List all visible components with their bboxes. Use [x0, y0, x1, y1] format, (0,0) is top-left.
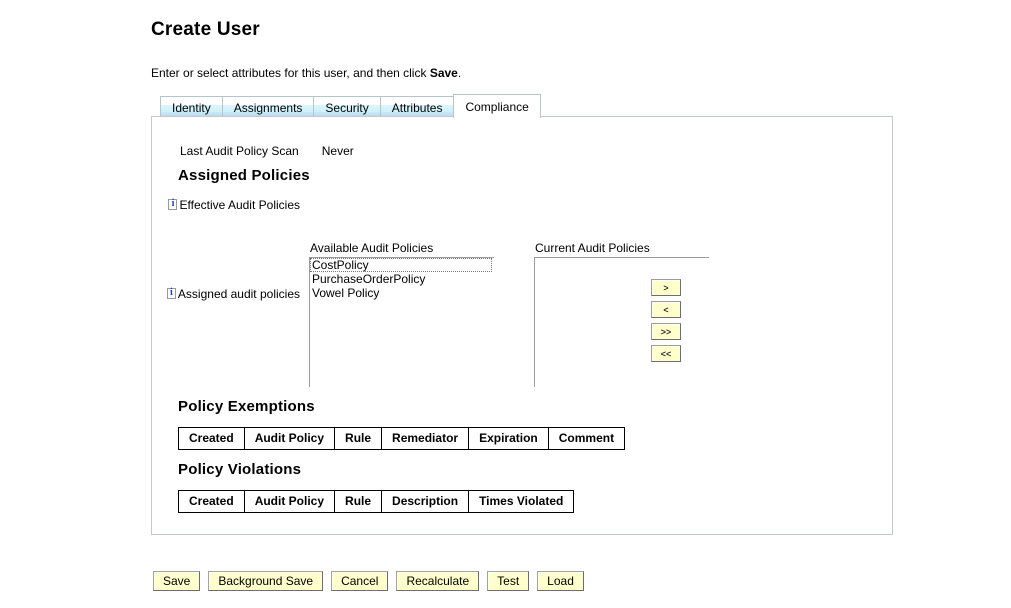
tab-attributes-label: Attributes [391, 100, 443, 115]
available-audit-policies-listbox[interactable]: CostPolicy PurchaseOrderPolicy Vowel Pol… [309, 257, 494, 387]
last-audit-policy-scan-value: Never [321, 144, 354, 158]
column-header-rule: Rule [334, 427, 383, 450]
cancel-button[interactable]: Cancel [331, 571, 389, 591]
table-header-row: Created Audit Policy Rule Remediator Exp… [178, 427, 626, 450]
move-all-right-button[interactable]: >> [651, 323, 681, 340]
tab-identity[interactable]: Identity [160, 96, 223, 118]
column-header-remediator: Remediator [381, 427, 470, 450]
instruction-text-after: . [457, 66, 462, 80]
policy-exemptions-heading: Policy Exemptions [178, 398, 315, 415]
list-item[interactable]: CostPolicy [310, 258, 492, 272]
tab-attributes[interactable]: Attributes [379, 96, 455, 118]
policy-exemptions-table: Created Audit Policy Rule Remediator Exp… [178, 427, 626, 450]
compliance-panel: Last Audit Policy Scan Never Assigned Pol… [151, 116, 893, 535]
table-header-row: Created Audit Policy Rule Description Ti… [178, 490, 575, 513]
column-header-comment: Comment [547, 427, 626, 450]
audit-policies-dual-list: Available Audit Policies Current Audit P… [309, 241, 869, 387]
move-all-left-button[interactable]: << [651, 345, 681, 362]
form-action-bar: Save Background Save Cancel Recalculate … [153, 571, 584, 591]
effective-audit-policies-label: Effective Audit Policies [152, 198, 300, 213]
info-icon[interactable] [168, 198, 178, 210]
info-icon[interactable] [166, 287, 176, 299]
save-button[interactable]: Save [153, 571, 201, 591]
tab-identity-label: Identity [172, 100, 211, 115]
tab-assignments-label: Assignments [233, 100, 303, 115]
last-audit-policy-scan-row: Last Audit Policy Scan Never [180, 144, 354, 158]
tab-security[interactable]: Security [313, 96, 381, 118]
available-audit-policies-title: Available Audit Policies [310, 241, 434, 255]
page-instruction: Enter or select attributes for this user… [151, 66, 461, 80]
policy-violations-heading: Policy Violations [178, 461, 302, 478]
tab-compliance[interactable]: Compliance [453, 94, 541, 118]
column-header-created: Created [178, 490, 245, 513]
load-button[interactable]: Load [537, 571, 584, 591]
transfer-button-group: > < >> << [651, 279, 681, 362]
column-header-created: Created [178, 427, 245, 450]
assigned-audit-policies-label: Assigned audit policies [152, 287, 300, 302]
tab-assignments[interactable]: Assignments [221, 96, 315, 118]
test-button[interactable]: Test [487, 571, 530, 591]
list-item[interactable]: PurchaseOrderPolicy [310, 272, 494, 286]
column-header-description: Description [381, 490, 470, 513]
move-right-button[interactable]: > [651, 279, 681, 296]
column-header-expiration: Expiration [468, 427, 549, 450]
tab-security-label: Security [325, 100, 369, 115]
list-item[interactable]: Vowel Policy [310, 286, 494, 300]
move-left-button[interactable]: < [651, 301, 681, 318]
effective-audit-policies-text: Effective Audit Policies [179, 198, 300, 212]
assigned-audit-policies-text: Assigned audit policies [177, 287, 300, 301]
instruction-text-before: Enter or select attributes for this user… [151, 66, 430, 80]
column-header-audit-policy: Audit Policy [243, 427, 336, 450]
instruction-save-emphasis: Save [429, 66, 458, 80]
current-audit-policies-listbox[interactable] [534, 257, 709, 387]
column-header-rule: Rule [334, 490, 383, 513]
recalculate-button[interactable]: Recalculate [396, 571, 480, 591]
policy-violations-table: Created Audit Policy Rule Description Ti… [178, 490, 575, 513]
last-audit-policy-scan-label: Last Audit Policy Scan [180, 144, 299, 158]
assigned-policies-heading: Assigned Policies [178, 167, 310, 184]
column-header-audit-policy: Audit Policy [243, 490, 336, 513]
tab-strip: Identity Assignments Security Attributes… [160, 94, 541, 118]
tab-compliance-label: Compliance [465, 99, 529, 114]
background-save-button[interactable]: Background Save [208, 571, 324, 591]
current-audit-policies-title: Current Audit Policies [535, 241, 650, 255]
page-title: Create User [151, 19, 260, 40]
column-header-times-violated: Times Violated [468, 490, 575, 513]
